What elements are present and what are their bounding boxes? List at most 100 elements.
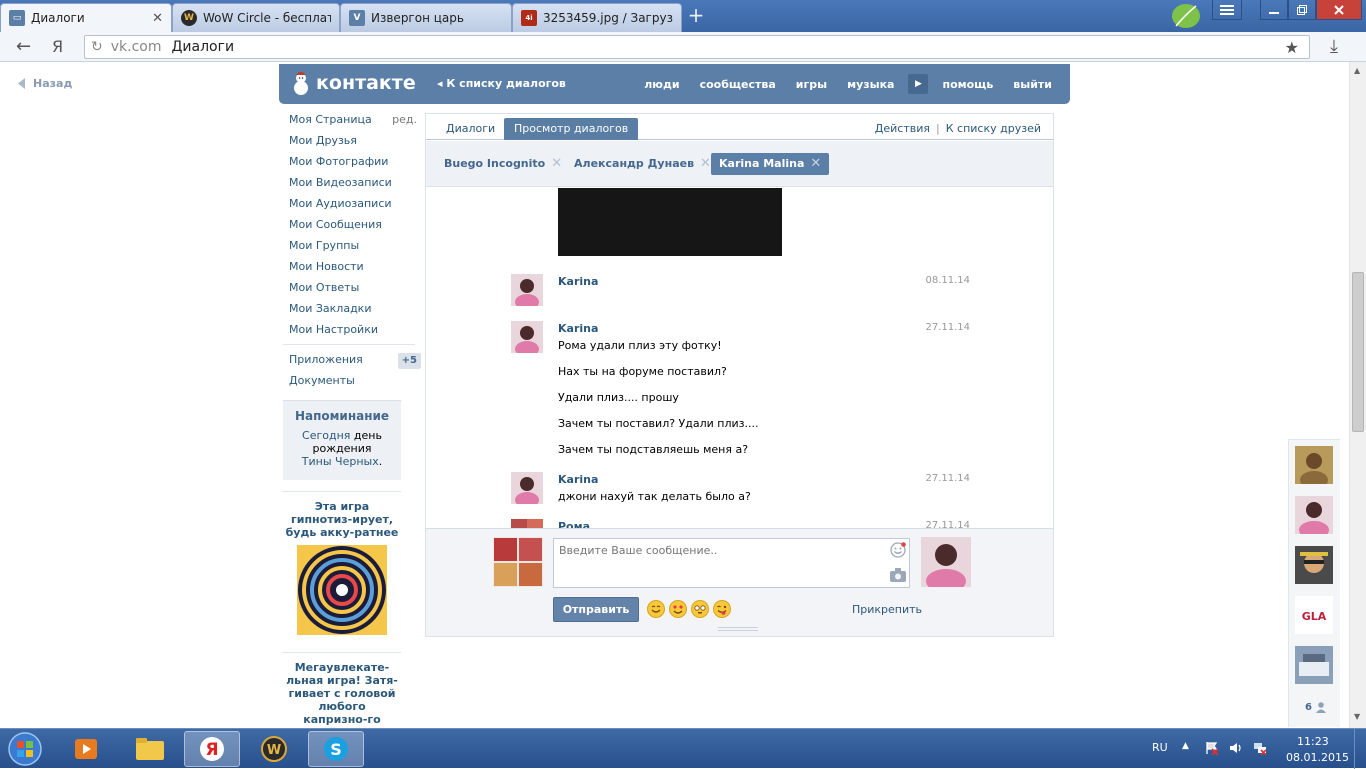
- taskbar-media-player[interactable]: [58, 731, 114, 767]
- flag-warning-icon[interactable]: [1205, 741, 1219, 755]
- menu-my-audio[interactable]: Мои Аудиозаписи: [289, 197, 417, 218]
- new-tab-button[interactable]: +: [686, 5, 706, 26]
- reminder-person-link[interactable]: Тины Черных: [302, 455, 379, 468]
- volume-icon[interactable]: [1229, 741, 1243, 755]
- menu-my-news[interactable]: Мои Новости: [289, 260, 417, 281]
- emoji-smile-icon[interactable]: [647, 600, 665, 618]
- menu-apps[interactable]: Приложения +5: [289, 353, 421, 374]
- url-input[interactable]: ↻ vk.com Диалоги ★: [84, 35, 1310, 59]
- tab-dialogs[interactable]: ▭ Диалоги ✕: [0, 3, 172, 32]
- my-avatar[interactable]: [493, 537, 543, 587]
- resize-grip[interactable]: [718, 627, 758, 631]
- menu-my-settings[interactable]: Мои Настройки: [289, 323, 417, 344]
- message-history[interactable]: Karina 08.11.14 Karina 27.11.14 Рома уда…: [426, 188, 1053, 528]
- avatar[interactable]: [511, 321, 543, 353]
- tab-image-upload[interactable]: 4i 3253459.jpg / Загрузк: [512, 3, 682, 32]
- back-link[interactable]: Назад: [18, 77, 72, 90]
- menu-my-bookmarks[interactable]: Мои Закладки: [289, 302, 417, 323]
- network-icon[interactable]: [1253, 741, 1267, 755]
- send-button[interactable]: Отправить: [553, 597, 639, 622]
- start-button-icon[interactable]: [6, 731, 44, 767]
- download-icon[interactable]: ⤓: [1330, 36, 1338, 57]
- tray-expand-icon[interactable]: ▲: [1182, 741, 1189, 751]
- bookmark-star-icon[interactable]: ★: [1285, 38, 1299, 57]
- close-window-icon[interactable]: [1316, 0, 1362, 20]
- clock-date[interactable]: 08.01.2015: [1286, 751, 1349, 764]
- menu-my-photos[interactable]: Мои Фотографии: [289, 155, 417, 176]
- friend-avatar[interactable]: [1295, 546, 1333, 584]
- attach-link[interactable]: Прикрепить: [852, 603, 922, 616]
- friend-avatar[interactable]: [1295, 446, 1333, 484]
- close-icon[interactable]: ✕: [700, 153, 711, 175]
- reminder-today[interactable]: Сегодня: [302, 429, 350, 442]
- message-author[interactable]: Рома: [558, 520, 590, 528]
- vk-logo[interactable]: контакте: [289, 70, 416, 96]
- tab-izvergon[interactable]: V Извергон царь: [340, 3, 512, 32]
- peer-tab[interactable]: Buego Incognito ✕: [436, 153, 570, 175]
- avatar[interactable]: [511, 519, 543, 528]
- play-icon[interactable]: ▶: [908, 74, 929, 94]
- edit-link[interactable]: ред.: [392, 113, 417, 134]
- taskbar-wow[interactable]: W: [246, 731, 302, 767]
- peer-tab[interactable]: Александр Дунаев ✕: [566, 153, 719, 175]
- ad-block-2[interactable]: Мегаувлекате-льная игра! Затя-гивает с г…: [283, 652, 401, 728]
- yandex-logo-icon[interactable]: Я: [52, 37, 63, 56]
- friends-list-link[interactable]: К списку друзей: [946, 122, 1041, 135]
- ad-block-1[interactable]: Эта игра гипнотиз-ирует, будь акку-ратне…: [283, 491, 401, 635]
- clock-time[interactable]: 11:23: [1297, 735, 1329, 748]
- nav-help[interactable]: помощь: [942, 78, 993, 91]
- taskbar-explorer[interactable]: [122, 731, 178, 767]
- keyboard-language[interactable]: RU: [1152, 741, 1168, 754]
- menu-my-page[interactable]: Моя Страница ред.: [289, 113, 417, 134]
- menu-documents[interactable]: Документы: [289, 374, 417, 395]
- peer-avatar[interactable]: [921, 537, 971, 587]
- reload-icon[interactable]: ↻: [91, 39, 103, 55]
- scroll-down-icon[interactable]: ▼: [1354, 712, 1360, 721]
- message-author[interactable]: Karina: [558, 473, 598, 486]
- menu-my-messages[interactable]: Мои Сообщения: [289, 218, 417, 239]
- minimize-icon[interactable]: [1260, 0, 1288, 20]
- taskbar-yandex-browser[interactable]: Я: [184, 731, 240, 767]
- close-icon[interactable]: ✕: [152, 11, 163, 26]
- scroll-up-icon[interactable]: ▲: [1354, 66, 1360, 75]
- friend-avatar[interactable]: GLA: [1295, 596, 1333, 634]
- emoji-heart-eyes-icon[interactable]: [669, 600, 687, 618]
- nav-people[interactable]: люди: [644, 78, 679, 91]
- message-input[interactable]: [553, 538, 910, 588]
- menu-my-groups[interactable]: Мои Группы: [289, 239, 417, 260]
- menu-my-videos[interactable]: Мои Видеозаписи: [289, 176, 417, 197]
- friends-online-count[interactable]: 6: [1305, 702, 1326, 713]
- emoji-flushed-icon[interactable]: [691, 600, 709, 618]
- menu-icon[interactable]: [1212, 0, 1242, 20]
- nav-communities[interactable]: сообщества: [700, 78, 776, 91]
- emoji-tongue-wink-icon[interactable]: [713, 600, 731, 618]
- restore-icon[interactable]: [1288, 0, 1316, 20]
- attached-photo[interactable]: [558, 188, 782, 256]
- camera-icon[interactable]: [890, 568, 906, 582]
- menu-my-friends[interactable]: Мои Друзья: [289, 134, 417, 155]
- taskbar-skype[interactable]: S: [308, 731, 364, 767]
- nav-music[interactable]: музыка: [847, 78, 894, 91]
- back-arrow-icon[interactable]: ←: [16, 36, 31, 57]
- show-desktop-button[interactable]: [1354, 729, 1366, 769]
- friend-avatar[interactable]: [1295, 646, 1333, 684]
- tab-wow-circle[interactable]: W WoW Circle - бесплат: [172, 3, 340, 32]
- close-icon[interactable]: ✕: [551, 153, 562, 175]
- scroll-thumb[interactable]: [1352, 272, 1364, 432]
- close-icon[interactable]: ✕: [810, 153, 821, 175]
- smiley-icon[interactable]: [890, 542, 906, 558]
- friend-avatar[interactable]: [1295, 496, 1333, 534]
- peer-tab-selected[interactable]: Karina Malina ✕: [711, 153, 830, 175]
- avatar[interactable]: [511, 472, 543, 504]
- to-dialogs-link[interactable]: ◂ К списку диалогов: [437, 77, 566, 90]
- menu-my-answers[interactable]: Мои Ответы: [289, 281, 417, 302]
- tab-view-dialogs[interactable]: Просмотр диалогов: [504, 118, 639, 140]
- message-author[interactable]: Karina: [558, 322, 598, 335]
- tab-dialogs-list[interactable]: Диалоги: [436, 118, 505, 140]
- avatar[interactable]: [511, 274, 543, 306]
- page-scrollbar[interactable]: ▲ ▼: [1349, 62, 1366, 728]
- nav-logout[interactable]: выйти: [1013, 78, 1052, 91]
- message-author[interactable]: Karina: [558, 275, 598, 288]
- nav-games[interactable]: игры: [796, 78, 827, 91]
- actions-link[interactable]: Действия: [875, 122, 930, 135]
